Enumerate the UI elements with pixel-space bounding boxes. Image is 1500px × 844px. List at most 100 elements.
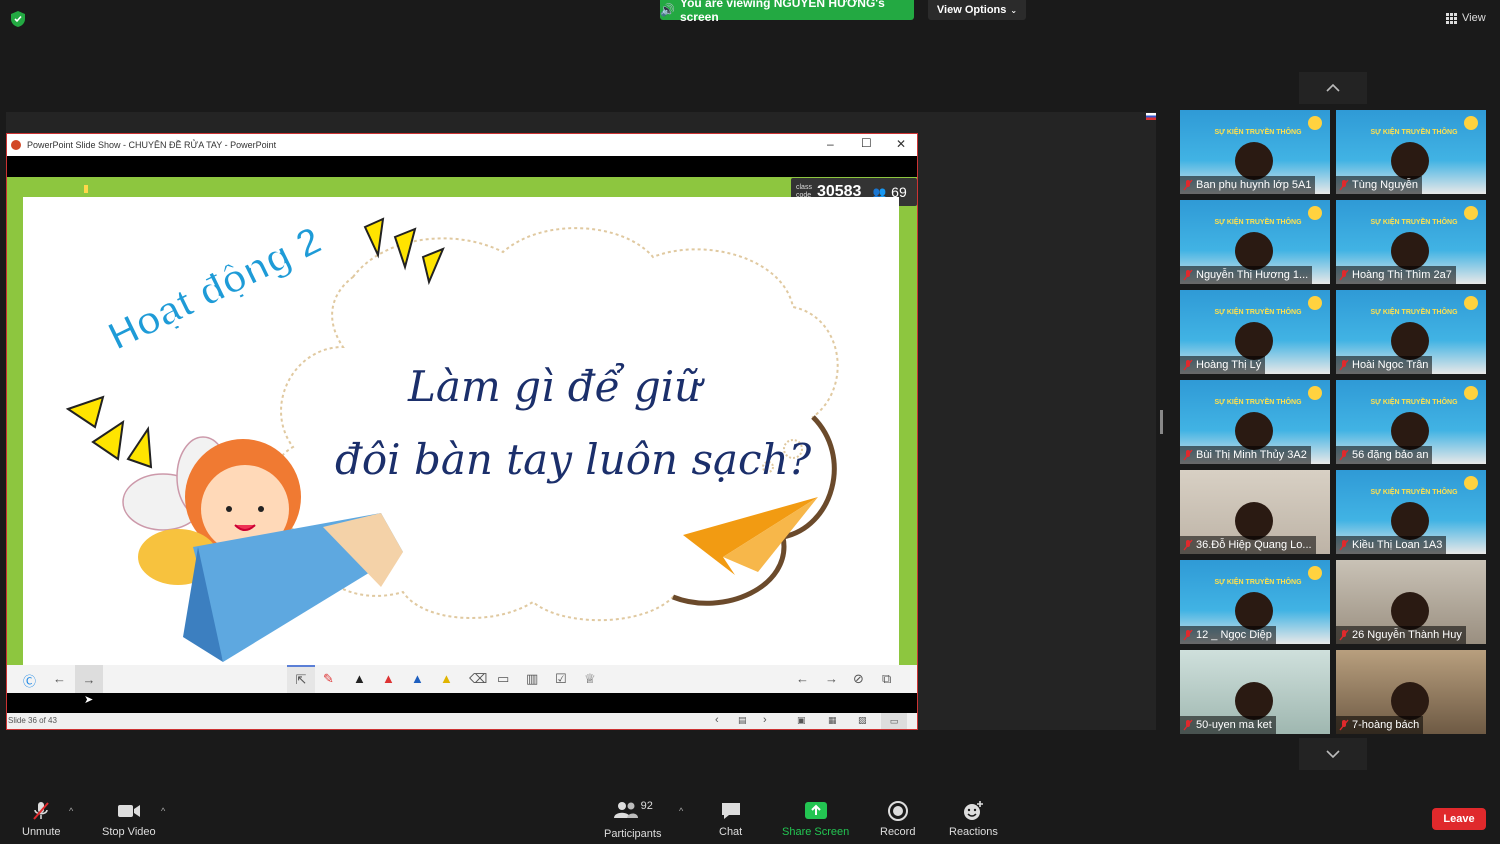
bar-chart-icon[interactable]: ▥ bbox=[526, 671, 538, 687]
slideshow-view-icon[interactable]: ▭ bbox=[881, 713, 907, 729]
microphone-muted-icon bbox=[1339, 449, 1349, 461]
audio-options-caret-icon[interactable]: ^ bbox=[69, 806, 73, 816]
participant-tile[interactable]: SỰ KIỆN TRUYỀN THÔNG Tùng Nguyễn bbox=[1336, 110, 1486, 194]
previous-slide-icon[interactable]: ← bbox=[796, 671, 809, 686]
burst-marks-left bbox=[65, 395, 153, 469]
slide-list-icon[interactable]: ▤ bbox=[738, 715, 747, 726]
participant-name-label: Hoàng Thị Thìm 2a7 bbox=[1336, 266, 1456, 284]
microphone-muted-icon bbox=[1183, 629, 1193, 641]
panel-resize-handle[interactable] bbox=[1160, 410, 1163, 434]
ppt-window-title: PowerPoint Slide Show - CHUYÊN ĐỀ RỬA TA… bbox=[27, 140, 277, 150]
microphone-muted-icon bbox=[1339, 719, 1349, 731]
status-next-icon[interactable]: › bbox=[763, 714, 767, 726]
participant-silhouette bbox=[1235, 502, 1273, 540]
chat-label: Chat bbox=[719, 826, 743, 838]
eraser-icon[interactable]: ⌫ bbox=[469, 671, 487, 687]
gallery-scroll-up-button[interactable] bbox=[1299, 72, 1367, 104]
highlighter-icon[interactable]: ▲ bbox=[440, 671, 453, 686]
participant-name: Tùng Nguyễn bbox=[1352, 179, 1419, 191]
participant-name: Hoàng Thị Thìm 2a7 bbox=[1352, 269, 1452, 281]
participant-silhouette bbox=[1391, 502, 1429, 540]
participant-tile[interactable]: SỰ KIỆN TRUYỀN THÔNG Hoàng Thị Lý bbox=[1180, 290, 1330, 374]
participant-name: Hoài Ngọc Trân bbox=[1352, 359, 1429, 371]
participant-silhouette bbox=[1391, 592, 1429, 630]
participant-name-label: 56 đặng bảo an bbox=[1336, 446, 1433, 464]
sun-icon bbox=[1464, 116, 1478, 130]
leave-meeting-button[interactable]: Leave bbox=[1432, 808, 1486, 830]
participant-tile[interactable]: 50-uyen ma ket bbox=[1180, 650, 1330, 734]
microphone-muted-icon bbox=[1183, 179, 1193, 191]
participant-tile[interactable]: SỰ KIỆN TRUYỀN THÔNG Hoài Ngọc Trân bbox=[1336, 290, 1486, 374]
participant-tile[interactable]: 7-hoàng bách bbox=[1336, 650, 1486, 734]
pen-black-icon[interactable]: ▲ bbox=[353, 671, 366, 686]
emoji-smile-icon bbox=[964, 801, 984, 820]
participant-name: Ban phụ huynh lớp 5A1 bbox=[1196, 179, 1312, 191]
participants-label: Participants bbox=[604, 828, 662, 840]
quiz-icon[interactable]: ☑ bbox=[555, 671, 567, 687]
prev-arrow-icon[interactable]: ← bbox=[53, 671, 66, 686]
trophy-icon[interactable]: ♕ bbox=[584, 671, 596, 687]
reactions-label: Reactions bbox=[949, 826, 998, 838]
stop-video-button[interactable]: Stop Video bbox=[102, 800, 156, 838]
share-screen-button[interactable]: Share Screen bbox=[782, 800, 849, 838]
participant-tile[interactable]: SỰ KIỆN TRUYỀN THÔNG Bùi Thị Minh Thủy 3A… bbox=[1180, 380, 1330, 464]
participant-tile[interactable]: SỰ KIỆN TRUYỀN THÔNG Kiều Thị Loan 1A3 bbox=[1336, 470, 1486, 554]
chat-button[interactable]: Chat bbox=[719, 800, 742, 838]
gallery-scroll-down-button[interactable] bbox=[1299, 738, 1367, 770]
slide-sorter-icon[interactable]: ▦ bbox=[828, 715, 837, 726]
pen-red-icon[interactable]: ▲ bbox=[382, 671, 395, 686]
normal-view-icon[interactable]: ▣ bbox=[797, 715, 806, 726]
record-button[interactable]: Record bbox=[880, 800, 915, 838]
security-shield-icon[interactable] bbox=[10, 10, 26, 28]
view-options-button[interactable]: View Options ⌄ bbox=[928, 0, 1026, 20]
viewing-banner-text: You are viewing NGUYỄN HƯƠNG's screen bbox=[679, 0, 885, 24]
sun-icon bbox=[1308, 296, 1322, 310]
stop-video-label: Stop Video bbox=[102, 826, 156, 838]
video-options-caret-icon[interactable]: ^ bbox=[161, 806, 165, 816]
pen-blue-icon[interactable]: ▲ bbox=[411, 671, 424, 686]
laser-pointer-icon[interactable]: ✎ bbox=[323, 671, 334, 687]
participant-name: Kiều Thị Loan 1A3 bbox=[1352, 539, 1443, 551]
participant-name-label: 7-hoàng bách bbox=[1336, 716, 1424, 734]
microphone-muted-icon bbox=[1183, 269, 1193, 281]
slide-settings-icon[interactable]: ⧉ bbox=[882, 671, 891, 687]
participants-caret-icon[interactable]: ^ bbox=[679, 806, 683, 816]
close-icon[interactable]: ✕ bbox=[896, 137, 906, 151]
flag-icon bbox=[1146, 113, 1156, 120]
participant-tile[interactable]: SỰ KIỆN TRUYỀN THÔNG Hoàng Thị Thìm 2a7 bbox=[1336, 200, 1486, 284]
sun-icon bbox=[1464, 206, 1478, 220]
powerpoint-icon bbox=[11, 140, 21, 150]
sun-icon bbox=[1464, 476, 1478, 490]
hide-icon[interactable]: ⊘ bbox=[853, 671, 864, 687]
minimize-icon[interactable]: – bbox=[827, 137, 834, 151]
participant-name-label: 36.Đỗ Hiệp Quang Lo... bbox=[1180, 536, 1316, 554]
participant-tile[interactable]: SỰ KIỆN TRUYỀN THÔNG Nguyễn Thị Hương 1..… bbox=[1180, 200, 1330, 284]
select-pointer-icon[interactable]: ⇱ bbox=[287, 665, 315, 693]
participants-button[interactable]: 92 Participants bbox=[604, 800, 661, 840]
thumbnail-header: SỰ KIỆN TRUYỀN THÔNG bbox=[1214, 579, 1302, 586]
participant-tile[interactable]: 26 Nguyễn Thành Huy bbox=[1336, 560, 1486, 644]
whiteboard-icon[interactable]: ▭ bbox=[497, 671, 509, 687]
thumbnail-header: SỰ KIỆN TRUYỀN THÔNG bbox=[1370, 489, 1458, 496]
view-button[interactable]: View bbox=[1446, 12, 1486, 24]
maximize-icon[interactable]: ☐ bbox=[861, 136, 872, 150]
next-slide-icon[interactable]: → bbox=[825, 671, 838, 686]
participant-tile[interactable]: SỰ KIỆN TRUYỀN THÔNG 12 _ Ngọc Diệp bbox=[1180, 560, 1330, 644]
ppt-status-bar: Slide 36 of 43 ‹ ▤ › ▣ ▦ ▧ ▭ bbox=[7, 713, 917, 729]
sun-icon bbox=[1308, 566, 1322, 580]
participant-name: 56 đặng bảo an bbox=[1352, 449, 1429, 461]
participant-name: Hoàng Thị Lý bbox=[1196, 359, 1262, 371]
reactions-button[interactable]: Reactions bbox=[949, 800, 998, 838]
participant-tile[interactable]: SỰ KIỆN TRUYỀN THÔNG Ban phụ huynh lớp 5A… bbox=[1180, 110, 1330, 194]
participant-name-label: Tùng Nguyễn bbox=[1336, 176, 1423, 194]
next-arrow-icon[interactable]: → bbox=[75, 665, 103, 693]
video-camera-icon bbox=[117, 805, 140, 817]
reading-view-icon[interactable]: ▧ bbox=[858, 715, 867, 726]
record-label: Record bbox=[880, 826, 916, 838]
unmute-button[interactable]: Unmute bbox=[22, 800, 61, 838]
status-prev-icon[interactable]: ‹ bbox=[715, 714, 719, 726]
participant-tile[interactable]: SỰ KIỆN TRUYỀN THÔNG 56 đặng bảo an bbox=[1336, 380, 1486, 464]
participant-tile[interactable]: 36.Đỗ Hiệp Quang Lo... bbox=[1180, 470, 1330, 554]
classpoint-logo-icon[interactable]: Ⓒ bbox=[23, 671, 36, 690]
participant-silhouette bbox=[1235, 142, 1273, 180]
